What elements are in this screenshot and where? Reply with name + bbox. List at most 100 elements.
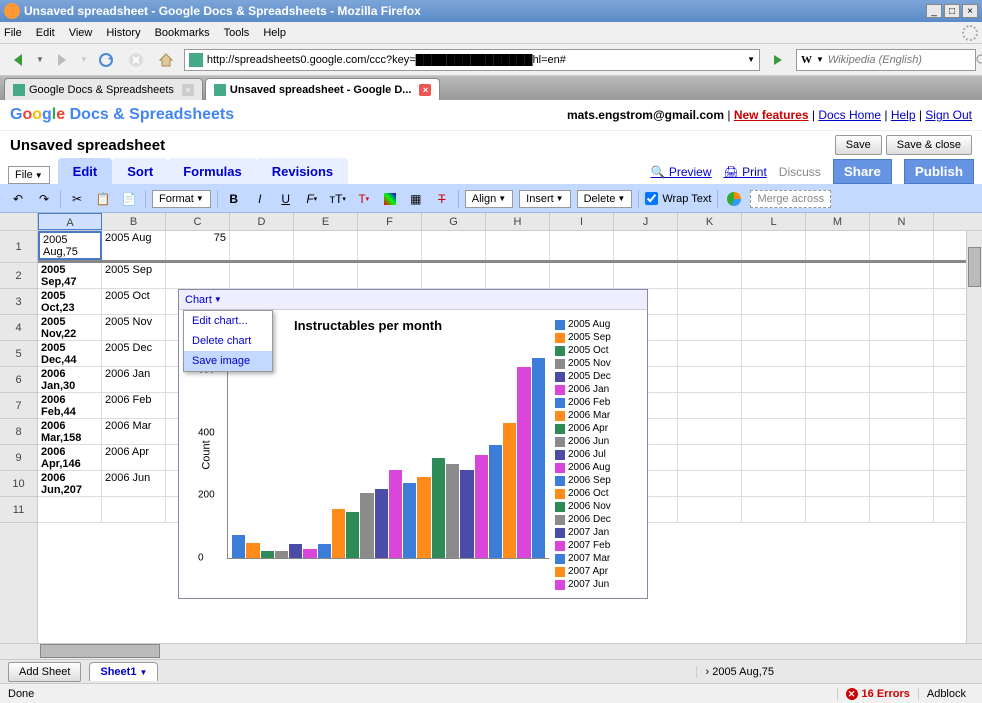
home-button[interactable] bbox=[154, 48, 178, 72]
cell-K4[interactable] bbox=[678, 315, 742, 340]
menu-help[interactable]: Help bbox=[263, 27, 286, 39]
italic-button[interactable]: I bbox=[250, 189, 270, 209]
cell-K7[interactable] bbox=[678, 393, 742, 418]
minimize-button[interactable]: _ bbox=[926, 4, 942, 18]
sheet-tab-sheet1[interactable]: Sheet1 ▼ bbox=[89, 662, 158, 681]
cell-L1[interactable] bbox=[742, 231, 806, 260]
url-bar[interactable]: ▼ bbox=[184, 49, 760, 71]
column-header-K[interactable]: K bbox=[678, 213, 742, 230]
tab-google-docs[interactable]: Google Docs & Spreadsheets × bbox=[4, 78, 203, 100]
cell-J2[interactable] bbox=[614, 263, 678, 288]
cell-A9[interactable]: 2006 Apr,146 bbox=[38, 445, 102, 470]
tab-close-icon[interactable]: × bbox=[182, 84, 194, 96]
column-header-B[interactable]: B bbox=[102, 213, 166, 230]
cell-K8[interactable] bbox=[678, 419, 742, 444]
cell-B10[interactable]: 2006 Jun bbox=[102, 471, 166, 496]
cell-M1[interactable] bbox=[806, 231, 870, 260]
cell-A11[interactable] bbox=[38, 497, 102, 522]
fill-color-button[interactable] bbox=[380, 189, 400, 209]
cell-A2[interactable]: 2005 Sep,47 bbox=[38, 263, 102, 288]
tab-formulas[interactable]: Formulas bbox=[168, 158, 257, 184]
search-go-icon[interactable] bbox=[975, 53, 982, 67]
underline-button[interactable]: U bbox=[276, 189, 296, 209]
chart-dropdown[interactable]: Chart ▼ bbox=[179, 290, 647, 310]
vertical-scrollbar[interactable] bbox=[966, 231, 982, 643]
merge-across-button[interactable]: Merge across bbox=[750, 190, 831, 208]
save-close-button[interactable]: Save & close bbox=[886, 135, 972, 155]
adblock-indicator[interactable]: Adblock bbox=[919, 688, 974, 700]
embedded-chart[interactable]: Chart ▼ Edit chart... Delete chart Save … bbox=[178, 289, 648, 599]
cell-C2[interactable] bbox=[166, 263, 230, 288]
cell-I1[interactable] bbox=[550, 231, 614, 260]
row-header-5[interactable]: 5 bbox=[0, 341, 37, 367]
text-color-button[interactable]: T▾ bbox=[354, 189, 374, 209]
cell-L8[interactable] bbox=[742, 419, 806, 444]
cell-A10[interactable]: 2006 Jun,207 bbox=[38, 471, 102, 496]
row-header-7[interactable]: 7 bbox=[0, 393, 37, 419]
cell-L7[interactable] bbox=[742, 393, 806, 418]
cell-E1[interactable] bbox=[294, 231, 358, 260]
cell-L3[interactable] bbox=[742, 289, 806, 314]
url-dropdown-icon[interactable]: ▼ bbox=[747, 55, 755, 64]
cell-L11[interactable] bbox=[742, 497, 806, 522]
cell-B3[interactable]: 2005 Oct bbox=[102, 289, 166, 314]
cell-N1[interactable] bbox=[870, 231, 934, 260]
cell-L2[interactable] bbox=[742, 263, 806, 288]
row-header-4[interactable]: 4 bbox=[0, 315, 37, 341]
cell-B5[interactable]: 2005 Dec bbox=[102, 341, 166, 366]
column-header-G[interactable]: G bbox=[422, 213, 486, 230]
row-header-8[interactable]: 8 bbox=[0, 419, 37, 445]
cell-A5[interactable]: 2005 Dec,44 bbox=[38, 341, 102, 366]
cell-B2[interactable]: 2005 Sep bbox=[102, 263, 166, 288]
scrollbar-thumb[interactable] bbox=[40, 644, 160, 658]
maximize-button[interactable]: □ bbox=[944, 4, 960, 18]
help-link[interactable]: Help bbox=[891, 108, 916, 122]
column-header-L[interactable]: L bbox=[742, 213, 806, 230]
cell-A7[interactable]: 2006 Feb,44 bbox=[38, 393, 102, 418]
cell-M7[interactable] bbox=[806, 393, 870, 418]
tab-unsaved-spreadsheet[interactable]: Unsaved spreadsheet - Google D... × bbox=[205, 78, 441, 100]
cell-G1[interactable] bbox=[422, 231, 486, 260]
cell-L9[interactable] bbox=[742, 445, 806, 470]
reload-button[interactable] bbox=[94, 48, 118, 72]
chart-menu-save-image[interactable]: Save image bbox=[184, 351, 272, 371]
cell-M2[interactable] bbox=[806, 263, 870, 288]
menu-edit[interactable]: Edit bbox=[36, 27, 55, 39]
cell-L5[interactable] bbox=[742, 341, 806, 366]
back-dropdown[interactable]: ▼ bbox=[36, 55, 44, 64]
add-sheet-button[interactable]: Add Sheet bbox=[8, 662, 81, 682]
column-header-N[interactable]: N bbox=[870, 213, 934, 230]
wrap-text-checkbox[interactable]: Wrap Text bbox=[645, 192, 711, 205]
chart-icon[interactable] bbox=[724, 189, 744, 209]
docs-home-link[interactable]: Docs Home bbox=[818, 108, 881, 122]
select-all-cell[interactable] bbox=[0, 213, 38, 230]
cell-N11[interactable] bbox=[870, 497, 934, 522]
bold-button[interactable]: B bbox=[224, 189, 244, 209]
tab-revisions[interactable]: Revisions bbox=[257, 158, 348, 184]
stop-button[interactable] bbox=[124, 48, 148, 72]
cell-A6[interactable]: 2006 Jan,30 bbox=[38, 367, 102, 392]
clear-format-button[interactable]: T bbox=[432, 189, 452, 209]
cell-D2[interactable] bbox=[230, 263, 294, 288]
tab-sort[interactable]: Sort bbox=[112, 158, 168, 184]
cell-E2[interactable] bbox=[294, 263, 358, 288]
menu-bookmarks[interactable]: Bookmarks bbox=[155, 27, 210, 39]
cell-N9[interactable] bbox=[870, 445, 934, 470]
search-bar[interactable]: W ▼ bbox=[796, 49, 976, 71]
menu-file[interactable]: File bbox=[4, 27, 22, 39]
redo-button[interactable]: ↷ bbox=[34, 189, 54, 209]
cell-K3[interactable] bbox=[678, 289, 742, 314]
cell-N7[interactable] bbox=[870, 393, 934, 418]
errors-indicator[interactable]: ✕ 16 Errors bbox=[837, 688, 919, 700]
cell-K5[interactable] bbox=[678, 341, 742, 366]
cell-B6[interactable]: 2006 Jan bbox=[102, 367, 166, 392]
cell-B4[interactable]: 2005 Nov bbox=[102, 315, 166, 340]
row-header-6[interactable]: 6 bbox=[0, 367, 37, 393]
row-header-2[interactable]: 2 bbox=[0, 263, 37, 289]
undo-button[interactable]: ↶ bbox=[8, 189, 28, 209]
menu-tools[interactable]: Tools bbox=[224, 27, 250, 39]
row-header-9[interactable]: 9 bbox=[0, 445, 37, 471]
forward-dropdown[interactable]: ▼ bbox=[80, 55, 88, 64]
cell-C1[interactable]: 75 bbox=[166, 231, 230, 260]
row-header-11[interactable]: 11 bbox=[0, 497, 37, 523]
